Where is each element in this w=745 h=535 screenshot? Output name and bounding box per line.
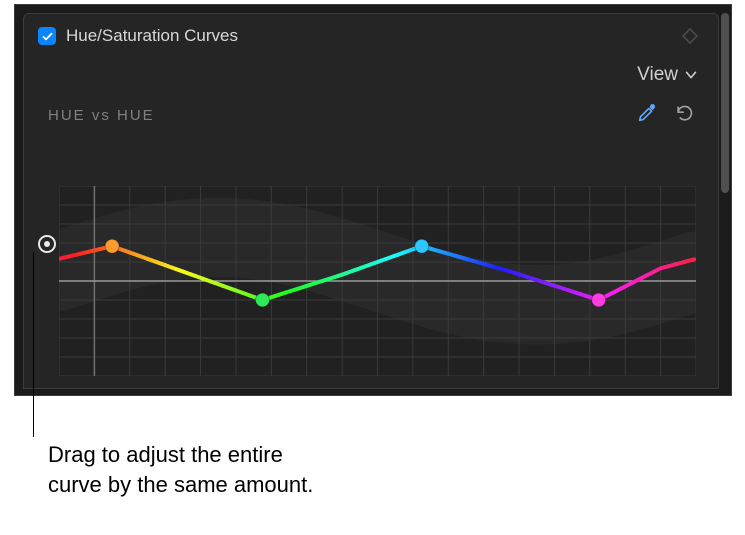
callout-line xyxy=(33,252,34,437)
panel-title: Hue/Saturation Curves xyxy=(66,26,672,46)
master-curve-handle[interactable] xyxy=(38,235,56,253)
view-menu-button[interactable]: View xyxy=(637,64,698,86)
view-row: View xyxy=(24,58,718,92)
eyedropper-icon[interactable] xyxy=(636,102,658,129)
curve-canvas[interactable] xyxy=(59,186,696,376)
scrollbar[interactable] xyxy=(721,13,729,193)
inspector-panel: Hue/Saturation Curves View HUE vs HUE xyxy=(14,4,732,396)
callout-line-1: Drag to adjust the entire xyxy=(48,440,313,470)
callout-line-2: curve by the same amount. xyxy=(48,470,313,500)
hue-saturation-curves-panel: Hue/Saturation Curves View HUE vs HUE xyxy=(23,13,719,389)
curve-subheader: HUE vs HUE xyxy=(24,92,718,133)
view-menu-label: View xyxy=(637,64,678,86)
panel-header: Hue/Saturation Curves xyxy=(24,14,718,58)
chevron-down-icon xyxy=(684,68,698,82)
curve-label: HUE vs HUE xyxy=(48,107,155,124)
enable-checkbox[interactable] xyxy=(38,27,56,45)
reset-icon[interactable] xyxy=(674,103,694,128)
curve-tools xyxy=(636,102,694,129)
keyframe-icon[interactable] xyxy=(682,28,698,44)
hue-vs-hue-graph[interactable] xyxy=(59,186,696,376)
callout-text: Drag to adjust the entire curve by the s… xyxy=(48,440,313,499)
